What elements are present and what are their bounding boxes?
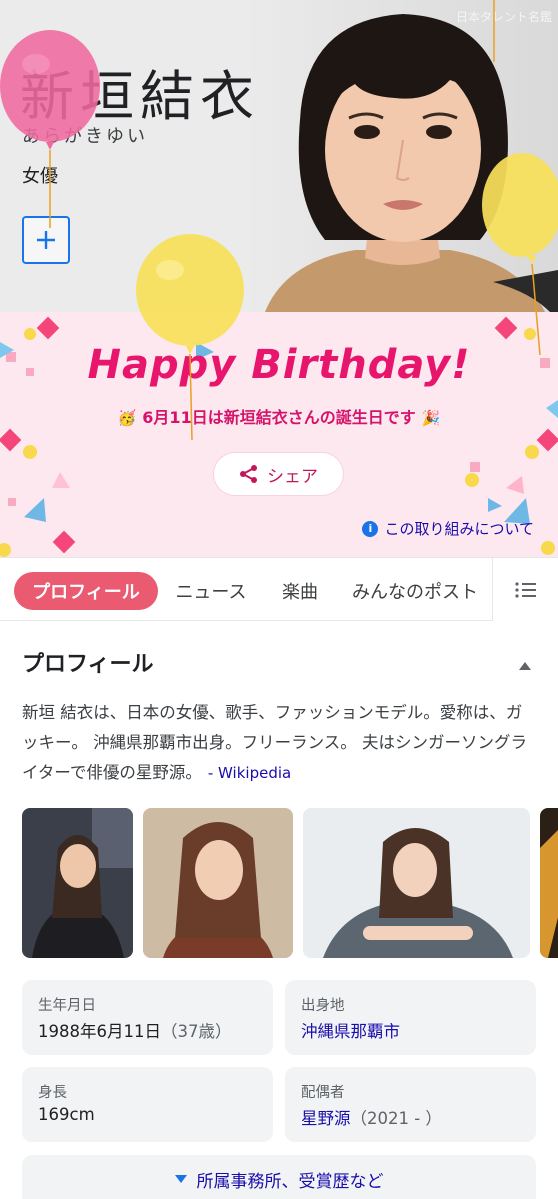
tab-songs[interactable]: 楽曲 xyxy=(270,572,330,610)
fact-label: 身長 xyxy=(38,1085,67,1101)
fact-height: 身長 169cm xyxy=(22,1067,273,1142)
photo-carousel[interactable] xyxy=(22,808,558,958)
profile-description-block: 新垣 結衣は、日本の女優、歌手、ファッションモデル。愛称は、ガッキー。 沖縄県那… xyxy=(22,698,536,788)
party-popper-icon: 🎉 xyxy=(421,409,441,427)
list-icon xyxy=(514,581,536,598)
fact-spouse: 配偶者 星野源（2021 - ） xyxy=(285,1067,536,1142)
tab-profile[interactable]: プロフィール xyxy=(14,572,158,610)
entity-reading: あらがきゆい xyxy=(22,126,148,147)
birthplace-link[interactable]: 沖縄県那覇市 xyxy=(301,1018,400,1042)
caret-down-icon xyxy=(174,1175,187,1183)
profile-photo[interactable] xyxy=(303,808,530,958)
expand-more-row: 所属事務所、受賞歴など xyxy=(22,1167,536,1192)
party-face-icon: 🥳 xyxy=(117,409,137,427)
birthday-title: Happy Birthday! xyxy=(87,342,471,388)
about-initiative-label: この取り組みについて xyxy=(384,520,534,538)
share-button[interactable]: シェア xyxy=(214,453,343,495)
share-label: シェア xyxy=(267,466,318,487)
profile-photo[interactable] xyxy=(143,808,293,958)
expand-more-button[interactable]: 所属事務所、受賞歴など xyxy=(22,1155,536,1199)
fact-birthplace: 出身地 沖縄県那覇市 xyxy=(285,980,536,1055)
fact-value: 星野源（2021 - ） xyxy=(301,1109,442,1128)
caret-up-icon xyxy=(519,662,531,670)
source-link-label: Wikipedia xyxy=(218,764,292,782)
profile-photo[interactable] xyxy=(540,808,558,958)
entity-name: 新垣結衣 xyxy=(20,65,260,128)
hero-header: 日本タレント名鑑 新垣結衣 あらがきゆい 女優 xyxy=(0,0,558,312)
tab-bar: プロフィール ニュース 楽曲 みんなのポスト xyxy=(0,557,558,621)
fact-value: 169cm xyxy=(38,1105,95,1124)
entity-occupation: 女優 xyxy=(22,166,58,187)
expand-more-label: 所属事務所、受賞歴など xyxy=(196,1172,384,1192)
tab-posts[interactable]: みんなのポスト xyxy=(344,572,486,610)
birthday-message: 6月11日は新垣結衣さんの誕生日です xyxy=(142,408,416,427)
portrait-image xyxy=(245,0,558,312)
tab-news[interactable]: ニュース xyxy=(168,572,254,610)
tabs-menu-button[interactable] xyxy=(492,558,558,621)
follow-button[interactable] xyxy=(22,216,70,264)
fact-value: 1988年6月11日（37歳） xyxy=(38,1022,232,1041)
birthday-message-row: 🥳 6月11日は新垣結衣さんの誕生日です 🎉 xyxy=(0,404,558,428)
plus-icon xyxy=(37,231,55,249)
birthday-banner: Happy Birthday! 🥳 6月11日は新垣結衣さんの誕生日です 🎉 シェア… xyxy=(0,312,558,557)
fact-label: 出身地 xyxy=(301,998,345,1014)
collapse-button[interactable] xyxy=(518,656,532,675)
spouse-link[interactable]: 星野源 xyxy=(301,1109,351,1128)
about-initiative-link[interactable]: i この取り組みについて xyxy=(362,518,534,539)
fact-label: 配偶者 xyxy=(301,1085,345,1101)
source-link[interactable]: - Wikipedia xyxy=(208,764,291,782)
info-icon: i xyxy=(362,520,379,537)
image-credit: 日本タレント名鑑 xyxy=(455,10,552,24)
share-icon xyxy=(240,465,257,483)
section-title: プロフィール xyxy=(22,652,154,677)
fact-birthdate: 生年月日 1988年6月11日（37歳） xyxy=(22,980,273,1055)
fact-label: 生年月日 xyxy=(38,998,96,1014)
profile-photo[interactable] xyxy=(22,808,133,958)
